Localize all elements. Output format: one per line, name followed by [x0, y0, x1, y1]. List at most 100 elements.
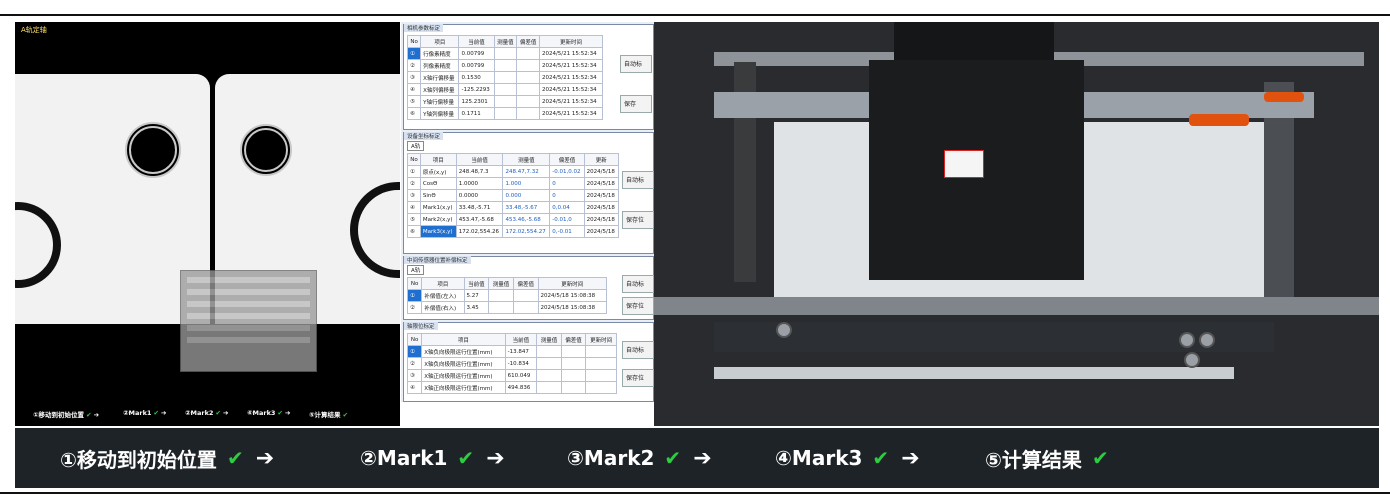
popup-row — [187, 289, 310, 295]
table-row[interactable]: ① 行像素精度 0.00799 2024/5/21 15:52:34 — [406, 47, 604, 60]
check-icon: ✔ — [215, 409, 221, 417]
camera-title: A轨定轴 — [21, 26, 47, 34]
check-icon: ✔ — [664, 446, 682, 470]
bottom-divider — [0, 492, 1390, 494]
arrow-right-icon: ➔ — [486, 445, 505, 471]
table-row[interactable]: ② CosΘ 1.0000 1.000 0 2024/5/18 — [407, 177, 620, 190]
table-row[interactable]: ③ X轴行偏移量 0.1530 2024/5/21 15:52:34 — [406, 71, 604, 84]
panel-title: 中间传感器位置补偿标定 — [404, 256, 471, 264]
step-progress-bar: ①移动到初始位置 ✔ ➔ ②Mark1 ✔ ➔ ③Mark2 ✔ ➔ ④Mark… — [15, 428, 1379, 488]
roller — [776, 322, 792, 338]
step-5: ⑤计算结果 ✔ — [985, 443, 1109, 473]
panel-title: 轴限位标定 — [404, 322, 438, 330]
table-row[interactable]: ⑥ Mark3(x,y) 172.02,554.26 172.02,554.27 0,-… — [407, 225, 620, 238]
table-row[interactable]: ⑤ Y轴行偏移量 125.2301 2024/5/21 15:52:34 — [406, 95, 604, 108]
top-divider — [0, 14, 1390, 16]
step-1: ①移动到初始位置 ✔ ➔ — [60, 443, 274, 473]
check-icon: ✔ — [277, 409, 283, 417]
arrow-right-icon: ➔ — [901, 445, 920, 471]
check-icon: ✔ — [153, 409, 159, 417]
check-icon: ✔ — [226, 446, 244, 470]
settings-popup[interactable] — [180, 270, 317, 372]
check-icon: ✔ — [457, 446, 475, 470]
camera-calibration-panel: 相机参数标定 No 项目 当前值 测量值 偏差值 更新时间 ① 行像素精度 0.00799 20… — [403, 24, 654, 130]
arrow-right-icon: ➔ — [223, 409, 229, 417]
device-coordinate-panel: 设备坐标标定 A轨 No 项目 当前值 测量值 偏差值 更新 ① 原点(x,y) 248.48… — [403, 132, 654, 254]
table-row[interactable]: ③ SinΘ 0.0000 0.000 0 2024/5/18 — [407, 189, 620, 202]
step-label: ②Mark1 — [360, 446, 448, 470]
mini-step-2: ②Mark1 ✔ ➔ — [123, 409, 167, 417]
popup-row — [187, 313, 310, 319]
popup-row — [187, 337, 310, 343]
mini-step-5: ⑤计算结果 ✔ — [309, 411, 349, 419]
auto-calibrate-button[interactable]: 自动标 — [622, 171, 654, 189]
step-4: ④Mark3 ✔ ➔ — [775, 443, 920, 473]
table-row[interactable]: ① 原点(x,y) 248.48,7.3 248.47,7.32 -0.01,0.02 2… — [407, 165, 620, 178]
mini-step-4: ④Mark3 ✔ ➔ — [247, 409, 291, 417]
table-row[interactable]: ① X轴负向极限运行位置(mm) -13.847 — [406, 345, 617, 358]
table-row[interactable]: ② X轴负向极限运行位置(mm) -10.834 — [406, 357, 617, 370]
auto-calibrate-button[interactable]: 自动标 — [620, 55, 652, 73]
sensor-compensation-table: No 项目 当前值 测量值 偏差值 更新时间 ① 补偿值(左入) 5.27 2024/5/18 … — [406, 277, 608, 314]
front-bar — [714, 367, 1234, 379]
step-3: ③Mark2 ✔ ➔ — [567, 443, 712, 473]
right-fiducial-hole — [240, 124, 292, 176]
calibration-panels: 相机参数标定 No 项目 当前值 测量值 偏差值 更新时间 ① 行像素精度 0.00799 20… — [401, 22, 654, 402]
mini-step-3: ②Mark2 ✔ ➔ — [185, 409, 229, 417]
panel-title: 相机参数标定 — [404, 24, 444, 32]
save-button[interactable]: 保存位 — [622, 297, 654, 315]
arrow-right-icon: ➔ — [693, 445, 712, 471]
step-label: ⑤计算结果 — [985, 447, 1082, 472]
table-header: No 项目 当前值 测量值 偏差值 更新时间 — [406, 35, 604, 48]
table-row[interactable]: ① 补偿值(左入) 5.27 2024/5/18 15:08:38 — [406, 289, 608, 302]
popup-row — [187, 325, 310, 331]
arrow-right-icon: ➔ — [93, 411, 100, 419]
check-icon: ✔ — [86, 411, 92, 419]
step-label: ③Mark2 — [567, 446, 655, 470]
camera-calibration-table: No 项目 当前值 测量值 偏差值 更新时间 ① 行像素精度 0.00799 2024/5/21… — [406, 35, 604, 120]
step-2: ②Mark1 ✔ ➔ — [360, 443, 505, 473]
arrow-right-icon: ➔ — [285, 409, 291, 417]
front-frame — [654, 297, 1379, 315]
sensor-compensation-panel: 中间传感器位置补偿标定 A轨 No 项目 当前值 测量值 偏差值 更新时间 ① 补偿值(左入… — [403, 256, 654, 320]
tab-a-rail[interactable]: A轨 — [407, 265, 425, 275]
step-label: ④Mark3 — [775, 446, 863, 470]
auto-calibrate-button[interactable]: 自动标 — [622, 275, 654, 293]
axis-limit-panel: 轴限位标定 No 项目 当前值 测量值 偏差值 更新时间 ① X轴负向极限运行位置(mm) -… — [403, 322, 654, 402]
tab-a-rail[interactable]: A轨 — [407, 141, 425, 151]
table-row[interactable]: ④ Mark1(x,y) 33.48,-5.71 33.48,-5.67 0,0.04 2… — [407, 201, 620, 214]
step-label: ①移动到初始位置 — [60, 447, 217, 472]
table-row[interactable]: ④ X轴正向极限运行位置(mm) 494.836 — [406, 381, 617, 394]
table-row[interactable]: ④ X轴列偏移量 -125.2293 2024/5/21 15:52:34 — [406, 83, 604, 96]
machine-photo — [654, 22, 1379, 426]
table-row[interactable]: ② 补偿值(右入) 3.45 2024/5/18 15:08:38 — [406, 301, 608, 314]
panel-title: 设备坐标标定 — [404, 132, 444, 140]
table-row[interactable]: ⑤ Mark2(x,y) 453.47,-5.68 453.46,-5.68 -0.01… — [407, 213, 620, 226]
auto-calibrate-button[interactable]: 自动标 — [622, 341, 654, 359]
save-button[interactable]: 保存位 — [622, 369, 654, 387]
mini-step-bar: ①移动到初始位置 ✔ ➔ ②Mark1 ✔ ➔ ②Mark2 ✔ ➔ ④Mark… — [15, 402, 400, 426]
axis-limit-table: No 项目 当前值 测量值 偏差值 更新时间 ① X轴负向极限运行位置(mm) -13.847… — [406, 333, 617, 394]
check-icon: ✔ — [342, 411, 349, 419]
popup-row — [187, 301, 310, 307]
table-row[interactable]: ② 列像素精度 0.00799 2024/5/21 15:52:34 — [406, 59, 604, 72]
popup-row — [187, 277, 310, 283]
arrow-right-icon: ➔ — [255, 445, 275, 471]
roller — [1184, 352, 1200, 368]
warning-label — [944, 150, 984, 178]
save-button[interactable]: 保存 — [620, 95, 652, 113]
roller — [1179, 332, 1195, 348]
table-row[interactable]: ③ X轴正向极限运行位置(mm) 610.049 — [406, 369, 617, 382]
mini-step-1: ①移动到初始位置 ✔ ➔ — [33, 411, 100, 419]
table-header: No 项目 当前值 测量值 偏差值 更新时间 — [406, 277, 608, 290]
check-icon: ✔ — [872, 446, 890, 470]
left-fiducial-hole — [125, 122, 181, 178]
check-icon: ✔ — [1091, 446, 1109, 470]
device-coordinate-table: No 项目 当前值 测量值 偏差值 更新 ① 原点(x,y) 248.48,7.3 248.47… — [407, 153, 620, 238]
table-header: No 项目 当前值 测量值 偏差值 更新时间 — [406, 333, 617, 346]
roller — [1199, 332, 1215, 348]
table-row[interactable]: ⑥ Y轴列偏移量 0.1711 2024/5/21 15:52:34 — [406, 107, 604, 120]
save-button[interactable]: 保存位 — [622, 211, 654, 229]
camera-view: A轨定轴 — [15, 22, 400, 402]
arrow-right-icon: ➔ — [161, 409, 167, 417]
